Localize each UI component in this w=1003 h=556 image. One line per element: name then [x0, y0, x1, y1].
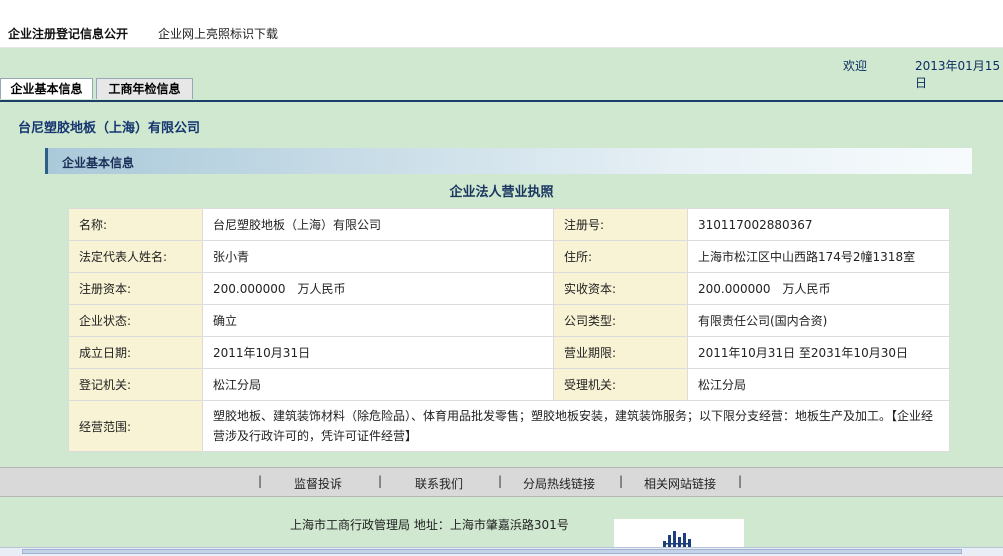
field-value-reg-authority: 松江分局: [202, 368, 554, 401]
top-navigation: 企业注册登记信息公开 企业网上亮照标识下载: [0, 0, 1003, 48]
field-label-term: 营业期限:: [553, 336, 688, 369]
field-value-status: 确立: [202, 304, 554, 337]
field-value-company-type: 有限责任公司(国内合资): [687, 304, 950, 337]
field-label-reg-authority: 登记机关:: [68, 368, 203, 401]
table-row: 登记机关: 松江分局 受理机关: 松江分局: [68, 368, 950, 401]
table-row: 企业状态: 确立 公司类型: 有限责任公司(国内合资): [68, 304, 950, 337]
field-value-address: 上海市松江区中山西路174号2幢1318室: [687, 240, 950, 273]
field-value-term: 2011年10月31日 至2031年10月30日: [687, 336, 950, 369]
field-value-reg-capital: 200.000000 万人民币: [202, 272, 554, 305]
field-label-name: 名称:: [68, 208, 203, 241]
nav-link-license-download[interactable]: 企业网上亮照标识下载: [158, 25, 278, 42]
field-value-scope: 塑胶地板、建筑装饰材料（除危险品）、体育用品批发零售；塑胶地板安装，建筑装饰服务…: [202, 400, 950, 452]
field-label-legal-rep: 法定代表人姓名:: [68, 240, 203, 273]
status-bar: 欢迎 2013年01月15日: [0, 48, 1003, 90]
footer-link-related-sites[interactable]: 相关网站链接: [644, 475, 716, 492]
field-label-company-type: 公司类型:: [553, 304, 688, 337]
field-label-accept-authority: 受理机关:: [553, 368, 688, 401]
tab-bar: 企业基本信息 工商年检信息: [0, 78, 1003, 102]
table-row: 成立日期: 2011年10月31日 营业期限: 2011年10月31日 至203…: [68, 336, 950, 369]
field-label-reg-capital: 注册资本:: [68, 272, 203, 305]
field-label-scope: 经营范围:: [68, 400, 203, 452]
business-license-table: 名称: 台尼塑胶地板（上海）有限公司 注册号: 310117002880367 …: [68, 208, 950, 452]
footer-separator: |: [498, 474, 503, 488]
field-value-legal-rep: 张小青: [202, 240, 554, 273]
welcome-text: 欢迎: [843, 59, 868, 73]
field-label-paid-capital: 实收资本:: [553, 272, 688, 305]
field-label-founded: 成立日期:: [68, 336, 203, 369]
section-header: 企业基本信息: [45, 148, 972, 174]
field-value-accept-authority: 松江分局: [687, 368, 950, 401]
footer-separator: |: [738, 474, 743, 488]
footer-link-hotline[interactable]: 分局热线链接: [523, 475, 595, 492]
footer-separator: |: [378, 474, 383, 488]
footer-separator: |: [619, 474, 624, 488]
table-row: 法定代表人姓名: 张小青 住所: 上海市松江区中山西路174号2幢1318室: [68, 240, 950, 273]
company-name: 台尼塑胶地板（上海）有限公司: [18, 121, 201, 136]
tab-basic-info[interactable]: 企业基本信息: [0, 78, 93, 99]
field-value-paid-capital: 200.000000 万人民币: [687, 272, 950, 305]
section-title: 企业基本信息: [62, 156, 135, 170]
table-row: 注册资本: 200.000000 万人民币 实收资本: 200.000000 万…: [68, 272, 950, 305]
field-value-founded: 2011年10月31日: [202, 336, 554, 369]
footer-separator: |: [258, 474, 263, 488]
footer-link-contact[interactable]: 联系我们: [415, 475, 463, 492]
field-value-name: 台尼塑胶地板（上海）有限公司: [202, 208, 554, 241]
field-label-status: 企业状态:: [68, 304, 203, 337]
footer-link-bar: | 监督投诉 | 联系我们 | 分局热线链接 | 相关网站链接 |: [0, 467, 1003, 497]
footer-link-complaint[interactable]: 监督投诉: [294, 475, 342, 492]
field-label-address: 住所:: [553, 240, 688, 273]
footer-address: 上海市工商行政管理局 地址：上海市肇嘉浜路301号: [290, 518, 569, 532]
table-row: 经营范围: 塑胶地板、建筑装饰材料（除危险品）、体育用品批发零售；塑胶地板安装，…: [68, 400, 950, 452]
scrollbar-thumb[interactable]: [22, 549, 962, 554]
field-value-reg-no: 310117002880367: [687, 208, 950, 241]
field-label-reg-no: 注册号:: [553, 208, 688, 241]
table-row: 名称: 台尼塑胶地板（上海）有限公司 注册号: 310117002880367: [68, 208, 950, 241]
nav-link-registration-info[interactable]: 企业注册登记信息公开: [8, 25, 128, 42]
tab-annual-inspection[interactable]: 工商年检信息: [96, 78, 193, 99]
document-title: 企业法人营业执照: [449, 185, 554, 200]
